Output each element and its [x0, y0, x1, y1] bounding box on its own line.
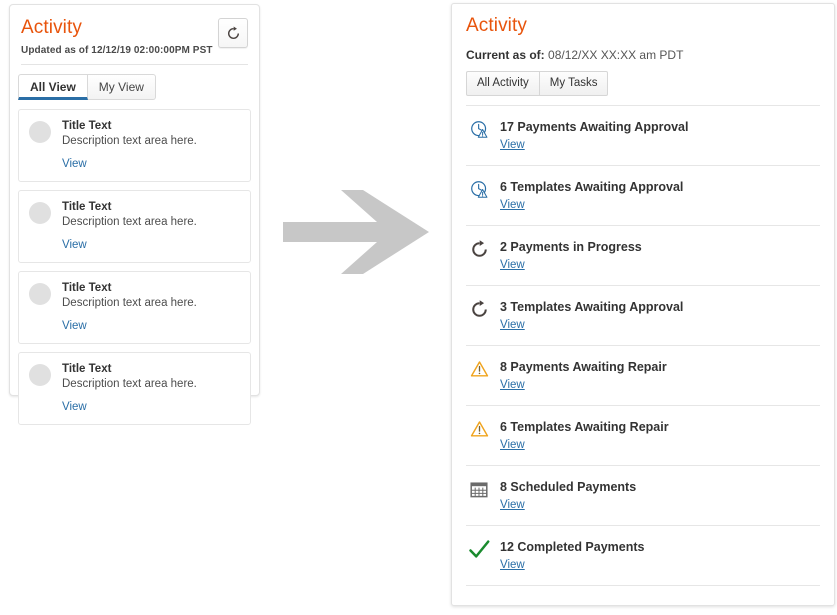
row-icon-slot	[466, 119, 492, 139]
avatar-circle-icon	[29, 283, 51, 305]
avatar-circle-icon	[29, 202, 51, 224]
list-item[interactable]: Title Text Description text area here. V…	[18, 271, 251, 344]
row-body: 6 Templates Awaiting Repair View	[500, 419, 820, 453]
list-item-description: Description text area here.	[62, 378, 197, 390]
avatar-circle-icon	[29, 364, 51, 386]
row-icon-slot	[466, 419, 492, 438]
tab-my-tasks[interactable]: My Tasks	[539, 71, 609, 96]
table-row[interactable]: 6 Templates Awaiting Repair View	[466, 405, 820, 465]
right-arrow-icon	[283, 190, 429, 274]
table-row[interactable]: 3 Templates Awaiting Approval View	[466, 285, 820, 345]
row-title: 6 Templates Awaiting Approval	[500, 180, 684, 194]
before-activity-list: Title Text Description text area here. V…	[10, 109, 259, 443]
list-item-description: Description text area here.	[62, 297, 197, 309]
refresh-button[interactable]	[218, 18, 248, 48]
before-page-title: Activity	[21, 17, 82, 38]
after-activity-widget: Activity Current as of: 08/12/XX XX:XX a…	[451, 3, 835, 606]
list-item-description: Description text area here.	[62, 216, 197, 228]
view-link[interactable]: View	[62, 238, 87, 252]
view-link[interactable]: View	[62, 157, 87, 171]
list-item-body: Title Text Description text area here. V…	[62, 362, 240, 415]
table-row[interactable]: 8 Scheduled Payments View	[466, 465, 820, 525]
list-item-body: Title Text Description text area here. V…	[62, 281, 240, 334]
avatar-circle-icon	[29, 121, 51, 143]
row-icon-slot	[466, 359, 492, 378]
row-body: 2 Payments in Progress View	[500, 239, 820, 273]
view-link[interactable]: View	[500, 438, 525, 453]
row-icon-slot	[466, 299, 492, 319]
list-item-description: Description text area here.	[62, 135, 197, 147]
row-body: 12 Completed Payments View	[500, 539, 820, 573]
row-body: 8 Payments Awaiting Repair View	[500, 359, 820, 393]
list-item-title: Title Text	[62, 282, 112, 294]
clock-warning-icon	[470, 181, 487, 198]
warning-triangle-icon	[470, 361, 488, 377]
list-item[interactable]: Title Text Description text area here. V…	[18, 190, 251, 263]
current-as-of-label: Current as of:	[466, 48, 545, 62]
tab-all-view[interactable]: All View	[18, 74, 88, 100]
table-row[interactable]: 2 Payments in Progress View	[466, 225, 820, 285]
refresh-icon	[227, 25, 239, 39]
before-tab-bar: All View My View	[18, 74, 259, 100]
row-icon-slot	[466, 539, 492, 559]
view-link[interactable]: View	[62, 400, 87, 414]
after-tab-bar: All Activity My Tasks	[466, 71, 820, 96]
row-body: 3 Templates Awaiting Approval View	[500, 299, 820, 333]
row-title: 6 Templates Awaiting Repair	[500, 420, 669, 434]
row-title: 3 Templates Awaiting Approval	[500, 300, 684, 314]
after-list-footer-divider	[466, 585, 820, 586]
refresh-icon	[471, 300, 487, 317]
row-icon-slot	[466, 479, 492, 498]
view-link[interactable]: View	[500, 198, 525, 213]
view-link[interactable]: View	[62, 319, 87, 333]
list-item-title: Title Text	[62, 120, 112, 132]
row-title: 8 Payments Awaiting Repair	[500, 360, 667, 374]
list-item-title: Title Text	[62, 201, 112, 213]
list-item[interactable]: Title Text Description text area here. V…	[18, 352, 251, 425]
row-body: 8 Scheduled Payments View	[500, 479, 820, 513]
view-link[interactable]: View	[500, 498, 525, 513]
row-title: 17 Payments Awaiting Approval	[500, 120, 689, 134]
after-activity-list: 17 Payments Awaiting Approval View 6 Tem…	[452, 105, 834, 585]
before-updated-timestamp: Updated as of 12/12/19 02:00:00PM PST	[21, 45, 213, 56]
tab-all-activity[interactable]: All Activity	[466, 71, 540, 96]
row-icon-slot	[466, 239, 492, 259]
row-title: 12 Completed Payments	[500, 540, 645, 554]
table-row[interactable]: 12 Completed Payments View	[466, 525, 820, 585]
view-link[interactable]: View	[500, 258, 525, 273]
table-row[interactable]: 8 Payments Awaiting Repair View	[466, 345, 820, 405]
row-body: 6 Templates Awaiting Approval View	[500, 179, 820, 213]
transformation-arrow	[283, 186, 433, 278]
list-item-body: Title Text Description text area here. V…	[62, 200, 240, 253]
row-body: 17 Payments Awaiting Approval View	[500, 119, 820, 153]
table-row[interactable]: 17 Payments Awaiting Approval View	[466, 105, 820, 165]
before-activity-widget: Activity Updated as of 12/12/19 02:00:00…	[9, 4, 260, 425]
after-header: Activity Current as of: 08/12/XX XX:XX a…	[452, 4, 834, 96]
view-link[interactable]: View	[500, 378, 525, 393]
after-page-title: Activity	[466, 15, 527, 36]
list-item-body: Title Text Description text area here. V…	[62, 119, 240, 172]
view-link[interactable]: View	[500, 318, 525, 333]
list-item-title: Title Text	[62, 363, 112, 375]
warning-triangle-icon	[470, 421, 488, 437]
table-row[interactable]: 6 Templates Awaiting Approval View	[466, 165, 820, 225]
list-item[interactable]: Title Text Description text area here. V…	[18, 109, 251, 182]
before-header-divider	[21, 64, 248, 65]
after-current-timestamp: Current as of: 08/12/XX XX:XX am PDT	[466, 48, 820, 63]
view-link[interactable]: View	[500, 558, 525, 573]
refresh-icon	[471, 240, 487, 257]
row-icon-slot	[466, 179, 492, 199]
before-header: Activity Updated as of 12/12/19 02:00:00…	[10, 5, 259, 65]
clock-warning-icon	[470, 121, 487, 138]
current-as-of-value: 08/12/XX XX:XX am PDT	[548, 48, 684, 62]
tab-my-view[interactable]: My View	[87, 74, 156, 100]
calendar-icon	[470, 482, 488, 498]
view-link[interactable]: View	[500, 138, 525, 153]
row-title: 8 Scheduled Payments	[500, 480, 637, 494]
check-mark-icon	[468, 540, 489, 558]
row-title: 2 Payments in Progress	[500, 240, 642, 254]
